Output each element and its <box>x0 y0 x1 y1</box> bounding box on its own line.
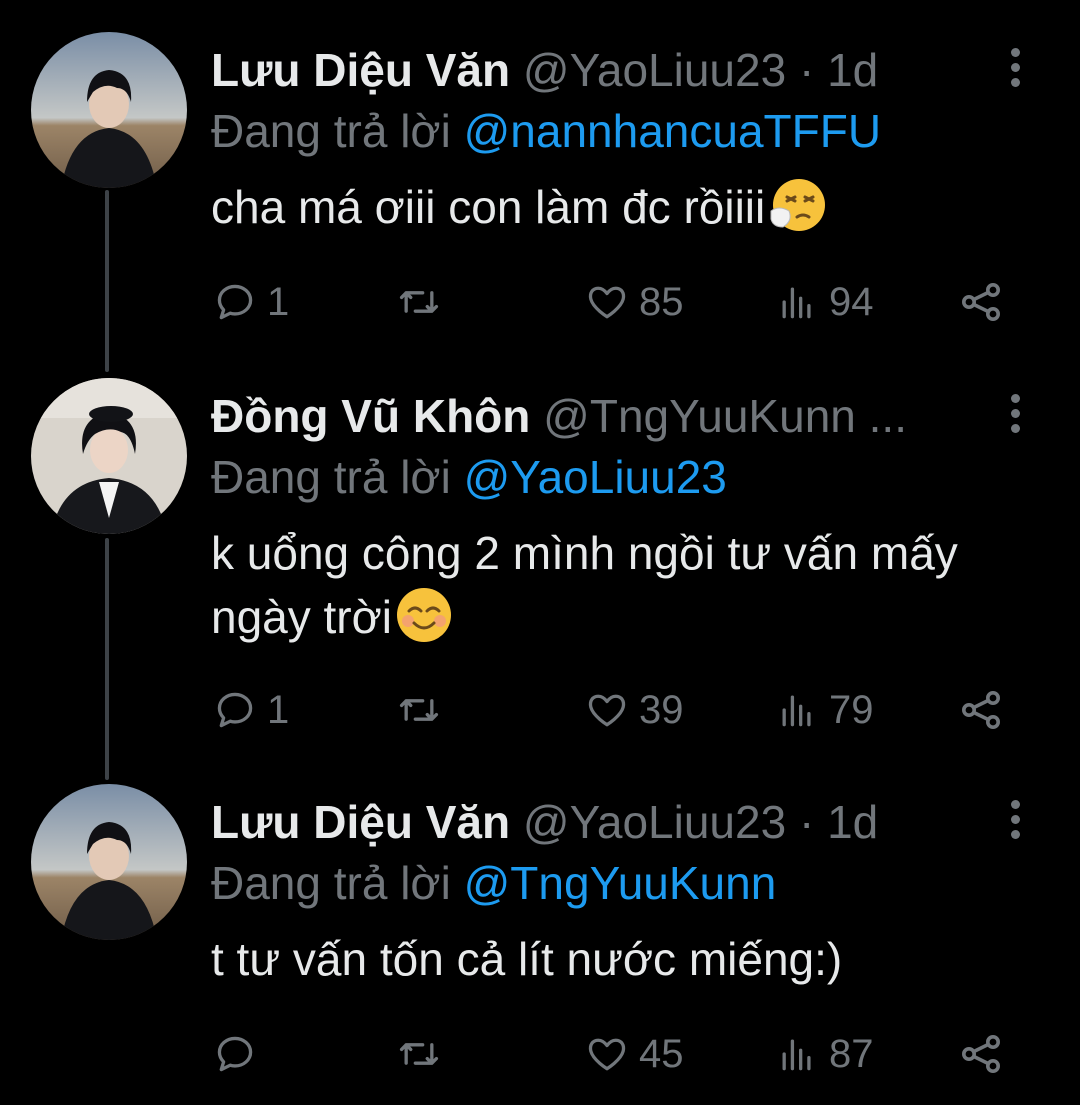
share-icon <box>962 691 1000 729</box>
replying-prefix: Đang trả lời <box>211 451 451 503</box>
retweet-icon <box>399 1043 439 1065</box>
tweet-thread: Lưu Diệu Văn @YaoLiuu23 · 1d Đang trả lờ… <box>0 0 1080 1105</box>
reply-mention-link[interactable]: @YaoLiuu23 <box>464 451 727 503</box>
views-icon <box>782 695 811 727</box>
retweet-button[interactable] <box>397 272 451 332</box>
heart-icon <box>588 1038 626 1071</box>
replying-to: Đang trả lời @TngYuuKunn <box>211 853 776 913</box>
reply-icon <box>217 284 253 320</box>
heart-icon <box>588 286 626 319</box>
share-icon <box>962 283 1000 321</box>
view-count: 79 <box>829 687 874 732</box>
tweet-actions: 45 87 <box>211 1024 1031 1084</box>
more-vertical-icon[interactable] <box>1000 48 1030 92</box>
views-icon <box>782 1039 811 1071</box>
replying-to: Đang trả lời @YaoLiuu23 <box>211 447 727 507</box>
like-count: 39 <box>639 687 684 732</box>
author-name[interactable]: Lưu Diệu Văn <box>211 796 510 848</box>
like-count: 45 <box>639 1031 684 1076</box>
reply-icon <box>217 1036 253 1072</box>
reply-mention-link[interactable]: @nannhancuaTFFU <box>464 105 881 157</box>
view-count: 87 <box>829 1031 874 1076</box>
share-icon <box>962 1035 1000 1073</box>
share-button[interactable] <box>957 272 1015 332</box>
author-handle[interactable]: @TngYuuKunn <box>543 390 856 442</box>
author-handle[interactable]: @YaoLiuu23 <box>523 796 786 848</box>
reply-mention-link[interactable]: @TngYuuKunn <box>464 857 777 909</box>
retweet-icon <box>399 291 439 313</box>
share-button[interactable] <box>957 680 1015 740</box>
more-vertical-icon[interactable] <box>1000 394 1030 438</box>
tweet-text-body: t tư vấn tốn cả lít nước miếng:) <box>211 933 843 985</box>
views-button[interactable]: 79 <box>775 680 874 740</box>
tweet[interactable]: Đồng Vũ Khôn @TngYuuKunn ... Đang trả lờ… <box>0 346 1080 766</box>
avatar[interactable] <box>31 378 187 534</box>
tweet-header: Đồng Vũ Khôn @TngYuuKunn ... <box>211 386 1011 446</box>
reply-button[interactable]: 1 <box>213 680 289 740</box>
retweet-icon <box>399 699 439 721</box>
reply-button[interactable] <box>213 1024 267 1084</box>
tweet-actions: 1 39 79 <box>211 680 1031 740</box>
tweet[interactable]: Lưu Diệu Văn @YaoLiuu23 · 1d Đang trả lờ… <box>0 752 1080 1105</box>
tweet-text: cha má ơiii con làm đc rồiiii <box>211 175 1031 239</box>
tweet-text-body: cha má ơiii con làm đc rồiiii <box>211 181 766 233</box>
tweet-header: Lưu Diệu Văn @YaoLiuu23 · 1d <box>211 40 1011 100</box>
tweet-actions: 1 85 94 <box>211 272 1031 332</box>
truncation-ellipsis: ... <box>868 390 907 442</box>
timestamp[interactable]: 1d <box>827 796 878 848</box>
tweet-text: k uổng công 2 mình ngồi tư vấn mấy ngày … <box>211 521 991 649</box>
reply-count: 1 <box>267 687 290 732</box>
retweet-button[interactable] <box>397 680 451 740</box>
author-name[interactable]: Đồng Vũ Khôn <box>211 390 530 442</box>
reply-icon <box>217 692 253 728</box>
tweet-header: Lưu Diệu Văn @YaoLiuu23 · 1d <box>211 792 1011 852</box>
retweet-button[interactable] <box>397 1024 451 1084</box>
sneezing-face-emoji <box>770 179 826 231</box>
replying-prefix: Đang trả lời <box>211 857 451 909</box>
replying-prefix: Đang trả lời <box>211 105 451 157</box>
like-count: 85 <box>639 279 684 324</box>
smiling-face-emoji <box>397 588 452 642</box>
avatar[interactable] <box>31 32 187 188</box>
like-button[interactable]: 39 <box>585 680 684 740</box>
views-icon <box>782 287 811 319</box>
timestamp[interactable]: 1d <box>827 44 878 96</box>
more-vertical-icon[interactable] <box>1000 800 1030 844</box>
views-button[interactable]: 87 <box>775 1024 874 1084</box>
tweet-text: t tư vấn tốn cả lít nước miếng:) <box>211 927 1031 991</box>
like-button[interactable]: 85 <box>585 272 684 332</box>
reply-count: 1 <box>267 279 290 324</box>
separator: · <box>798 44 815 96</box>
author-name[interactable]: Lưu Diệu Văn <box>211 44 510 96</box>
like-button[interactable]: 45 <box>585 1024 684 1084</box>
author-handle[interactable]: @YaoLiuu23 <box>523 44 786 96</box>
view-count: 94 <box>829 279 874 324</box>
heart-icon <box>588 694 626 727</box>
tweet[interactable]: Lưu Diệu Văn @YaoLiuu23 · 1d Đang trả lờ… <box>0 0 1080 360</box>
views-button[interactable]: 94 <box>775 272 874 332</box>
replying-to: Đang trả lời @nannhancuaTFFU <box>211 101 881 161</box>
tweet-text-body: k uổng công 2 mình ngồi tư vấn mấy ngày … <box>211 527 958 643</box>
separator: · <box>798 796 815 848</box>
reply-button[interactable]: 1 <box>213 272 289 332</box>
avatar[interactable] <box>31 784 187 940</box>
share-button[interactable] <box>957 1024 1015 1084</box>
